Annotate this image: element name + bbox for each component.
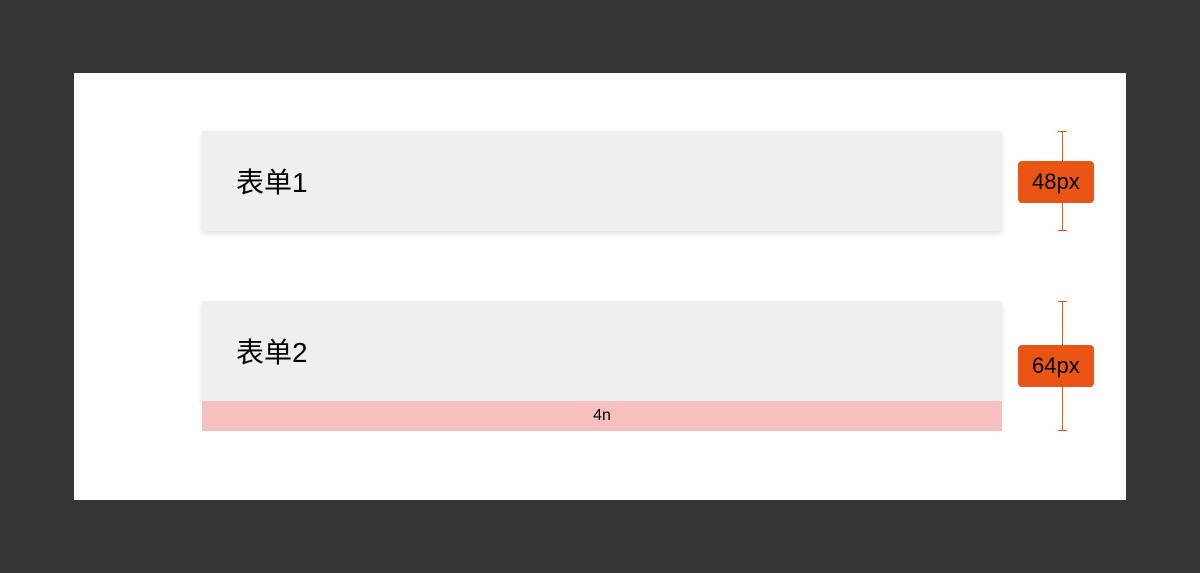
form-bar-2: 表单2 <box>202 301 1002 401</box>
form-row-2: 表单2 4n 64px <box>202 301 1002 431</box>
dimension-badge-1: 48px <box>1018 161 1094 203</box>
form-bar-1: 表单1 <box>202 131 1002 231</box>
extra-spacing-bar: 4n <box>202 401 1002 431</box>
dimension-tick-bottom <box>1058 230 1067 231</box>
extra-spacing-label: 4n <box>593 407 611 425</box>
form-label-1: 表单1 <box>236 161 308 201</box>
dimension-tick-top <box>1058 131 1067 132</box>
dimension-tick-top <box>1058 301 1067 302</box>
dimension-tick-bottom <box>1058 430 1067 431</box>
form-row-1: 表单1 48px <box>202 131 1002 231</box>
form-label-2: 表单2 <box>236 331 308 371</box>
dimension-badge-2: 64px <box>1018 345 1094 387</box>
diagram-canvas: 表单1 48px 表单2 4n 64px <box>74 73 1126 500</box>
